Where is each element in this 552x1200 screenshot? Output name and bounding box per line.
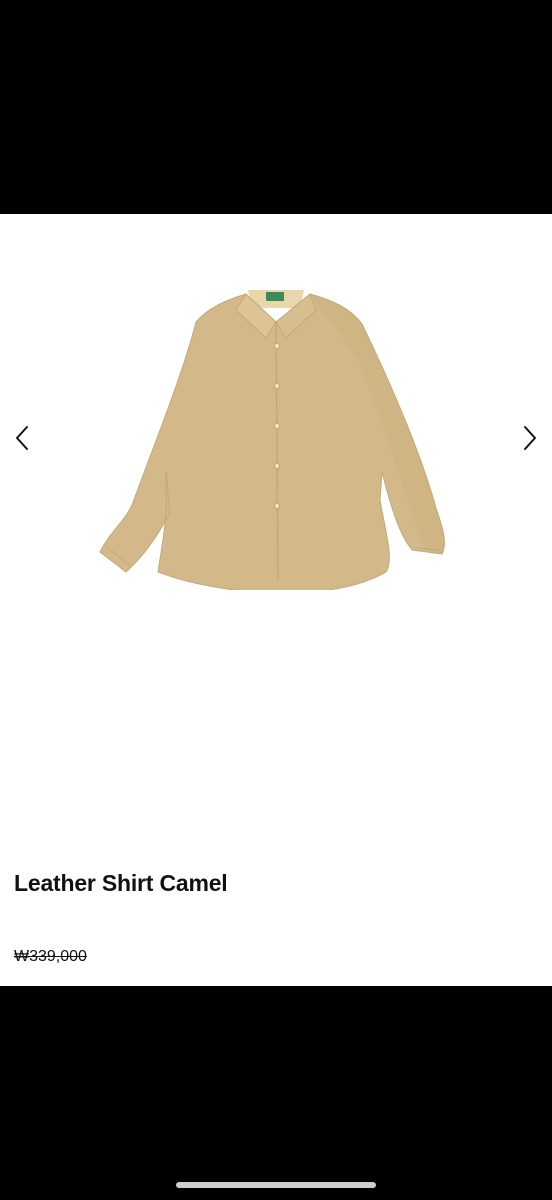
product-image: [99, 290, 445, 590]
chevron-right-icon: [524, 426, 536, 450]
carousel-prev-button[interactable]: [8, 420, 36, 456]
image-carousel[interactable]: [0, 214, 552, 664]
chevron-left-icon: [16, 426, 28, 450]
bottom-black-bar: [0, 986, 552, 1200]
product-detail: Leather Shirt Camel ₩339,000: [0, 214, 552, 986]
home-indicator[interactable]: [176, 1182, 376, 1188]
carousel-next-button[interactable]: [516, 420, 544, 456]
top-black-bar: [0, 0, 552, 214]
product-title: Leather Shirt Camel: [14, 870, 228, 896]
product-price: ₩339,000: [14, 948, 87, 965]
